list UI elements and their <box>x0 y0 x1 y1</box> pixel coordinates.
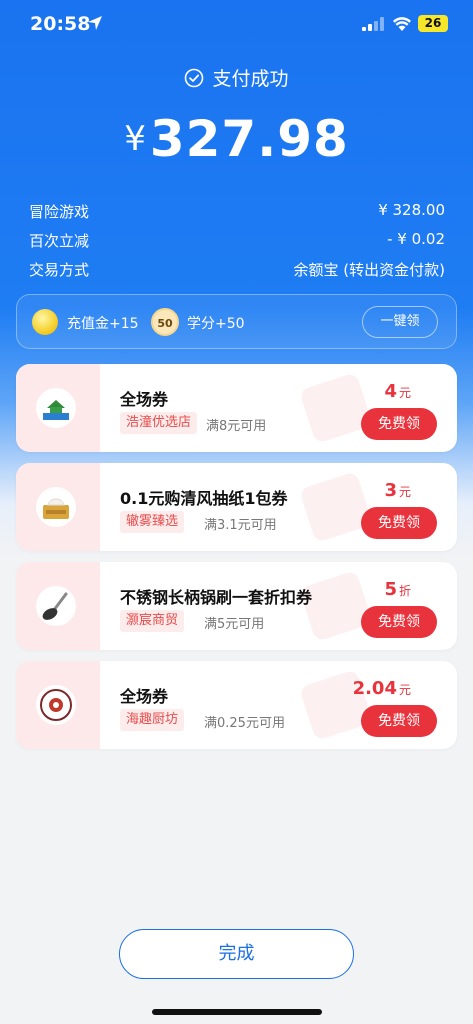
detail-row-product: 冒险游戏 ¥ 328.00 <box>29 201 445 225</box>
wifi-icon <box>393 17 411 31</box>
coupon-title: 不锈钢长柄锅刷一套折扣券 <box>120 588 313 607</box>
coupon-shop: 浩潼优选店 <box>120 412 198 434</box>
pot-brush-product-icon <box>36 586 76 626</box>
coupon-shop: 灏宸商贸 <box>120 610 185 632</box>
detail-row-payment-method: 交易方式 余额宝 (转出资金付款) <box>29 259 445 283</box>
amount-value: 327.98 <box>149 110 349 168</box>
coupon-card: 全场券 浩潼优选店 满8元可用 4元 免费领 <box>16 364 457 452</box>
check-circle-icon <box>185 68 204 88</box>
coupon-value: 3元 <box>384 480 411 501</box>
coupon-card: 0.1元购清风抽纸1包券 辙雾臻选 满3.1元可用 3元 免费领 <box>16 463 457 551</box>
battery-icon: 26 <box>418 15 448 32</box>
coupon-shop: 海趣厨坊 <box>120 709 185 731</box>
detail-label: 冒险游戏 <box>29 203 90 221</box>
coupon-title: 0.1元购清风抽纸1包券 <box>120 489 288 508</box>
done-button[interactable]: 完成 <box>119 929 354 979</box>
home-indicator[interactable] <box>152 1009 322 1015</box>
payment-amount: ¥327.98 <box>0 110 473 168</box>
currency-symbol: ¥ <box>124 119 146 159</box>
coupon-condition: 满0.25元可用 <box>204 716 285 731</box>
detail-label: 交易方式 <box>29 261 90 279</box>
claim-coupon-button[interactable]: 免费领 <box>361 507 437 539</box>
coupon-condition: 满3.1元可用 <box>204 518 277 533</box>
coupon-card: 全场券 海趣厨坊 满0.25元可用 2.04 元 免费领 <box>16 661 457 749</box>
claim-all-button[interactable]: 一键领 <box>362 306 438 338</box>
coupon-value: 4元 <box>384 381 411 402</box>
coupon-title: 全场券 <box>120 390 169 409</box>
score-badge-icon: 50 <box>151 308 179 336</box>
claim-coupon-button[interactable]: 免费领 <box>361 705 437 737</box>
claim-coupon-button[interactable]: 免费领 <box>361 408 437 440</box>
status-bar: 20:58 26 <box>0 0 473 50</box>
payment-status-text: 支付成功 <box>212 68 289 90</box>
cellular-signal-icon <box>362 17 384 31</box>
coupon-value: 2.04 元 <box>352 678 411 699</box>
score-reward: 学分+50 <box>187 316 245 332</box>
detail-value: - ¥ 0.02 <box>387 230 445 248</box>
detail-row-discount: 百次立减 - ¥ 0.02 <box>29 230 445 254</box>
gold-coin-icon <box>32 309 58 335</box>
coupon-condition: 满8元可用 <box>206 419 267 434</box>
claim-coupon-button[interactable]: 免费领 <box>361 606 437 638</box>
coupon-shop: 辙雾臻选 <box>120 511 185 533</box>
recharge-reward: 充值金+15 <box>67 316 139 332</box>
tissue-product-icon <box>36 487 76 527</box>
detail-value: 余额宝 (转出资金付款) <box>293 261 445 279</box>
shop-logo <box>36 685 76 725</box>
location-arrow-icon <box>88 16 102 30</box>
coupon-card: 不锈钢长柄锅刷一套折扣券 灏宸商贸 满5元可用 5折 免费领 <box>16 562 457 650</box>
coupon-title: 全场券 <box>120 687 169 706</box>
coupon-condition: 满5元可用 <box>204 617 265 632</box>
shop-logo <box>36 388 76 428</box>
detail-label: 百次立减 <box>29 232 90 250</box>
payment-status: 支付成功 <box>0 64 473 91</box>
status-time: 20:58 <box>30 13 91 35</box>
rewards-bar: 充值金+15 50 学分+50 一键领 <box>16 294 457 349</box>
detail-value: ¥ 328.00 <box>378 201 445 219</box>
coupon-value: 5折 <box>384 579 411 600</box>
